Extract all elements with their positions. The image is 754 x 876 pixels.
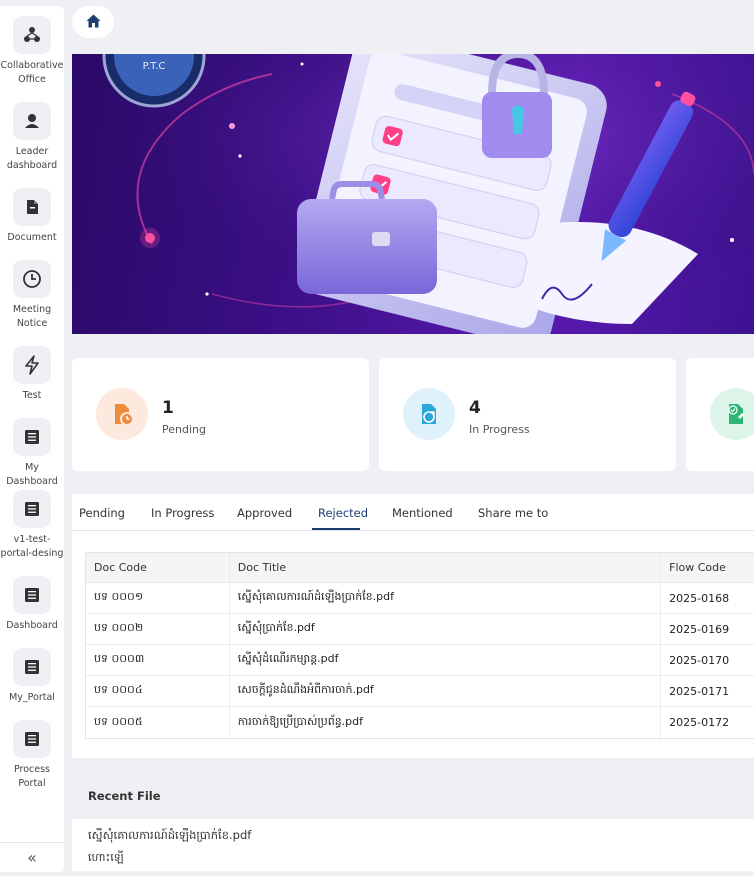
tab-rejected[interactable]: Rejected — [318, 506, 368, 520]
doc-title-cell: ស្នើសុំប្រាក់ខែ.pdf — [230, 614, 662, 644]
column-header-doc-code[interactable]: Doc Code — [86, 553, 230, 582]
sidebar-item-v1-test-portal[interactable]: v1-test-portal-desing — [0, 490, 64, 561]
banner-illustration: P.T.C — [72, 54, 754, 334]
sidebar-item-label: Test — [22, 390, 42, 401]
status-tabs: Pending In Progress Approved Rejected Me… — [72, 494, 754, 531]
sidebar-item-label: Dashboard — [6, 620, 58, 631]
sidebar-item-collaborative-office[interactable]: Collaborative Office — [0, 16, 64, 87]
tab-share-me-to[interactable]: Share me to — [478, 506, 548, 520]
tab-pending[interactable]: Pending — [79, 506, 125, 520]
table-row[interactable]: បទ ០០០៥ ការចាក់ឱ្យប្រើប្រាស់ប្រព័ន្ធ.pdf… — [86, 707, 754, 738]
tab-in-progress[interactable]: In Progress — [151, 506, 214, 520]
in-progress-count: 4 — [469, 398, 481, 418]
doc-code-cell: បទ ០០០៤ — [86, 676, 230, 706]
recent-files-section: Recent File ស្នើសុំគោលការណ៍ដំឡើងប្រាក់ខែ… — [72, 758, 754, 876]
sidebar-item-my-dashboard[interactable]: My Dashboard — [0, 418, 64, 489]
list-icon — [13, 720, 51, 758]
list-icon — [13, 490, 51, 528]
user-icon — [13, 102, 51, 140]
document-icon — [13, 188, 51, 226]
sidebar-item-my-portal[interactable]: My_Portal — [0, 648, 64, 705]
tab-mentioned[interactable]: Mentioned — [392, 506, 453, 520]
recent-file-item[interactable]: ស្នើសុំគោលការណ៍ដំឡើងប្រាក់ខែ.pdf ហោះឡើ — [72, 819, 754, 871]
list-icon — [13, 418, 51, 456]
flow-code-cell: 2025-0168 — [669, 591, 730, 605]
sidebar-item-meeting-notice[interactable]: Meeting Notice — [0, 260, 64, 331]
sidebar-item-label: My_Portal — [9, 692, 55, 703]
clock-icon — [13, 260, 51, 298]
sidebar-item-process-portal[interactable]: Process Portal — [0, 720, 64, 791]
in-progress-icon — [403, 388, 455, 440]
sidebar-item-test[interactable]: Test — [0, 346, 64, 403]
collaboration-icon — [13, 16, 51, 54]
table-row[interactable]: បទ ០០០៣ ស្នើសុំដំណើរកម្សាន្ត.pdf 2025-01… — [86, 645, 754, 676]
sidebar-item-label: Process Portal — [13, 764, 51, 789]
doc-title-cell: ការចាក់ឱ្យប្រើប្រាស់ប្រព័ន្ធ.pdf — [230, 707, 662, 738]
table-header: Doc Code Doc Title Flow Code — [86, 553, 754, 583]
collapse-sidebar-button[interactable]: « — [0, 842, 64, 872]
active-tab-indicator — [312, 528, 360, 530]
sidebar-item-leader-dashboard[interactable]: Leader dashboard — [0, 102, 64, 173]
recent-file-name[interactable]: ស្នើសុំគោលការណ៍ដំឡើងប្រាក់ខែ.pdf — [88, 828, 251, 845]
stat-card-pending[interactable]: 1 Pending — [72, 358, 369, 471]
sidebar-item-label: v1-test-portal-desing — [0, 534, 64, 559]
doc-code-cell: បទ ០០០៥ — [86, 707, 230, 738]
sidebar-item-label: My Dashboard — [6, 462, 58, 487]
hero-banner: P.T.C — [72, 54, 754, 334]
documents-table: Doc Code Doc Title Flow Code បទ ០០០១ ស្ន… — [85, 552, 754, 739]
list-icon — [13, 576, 51, 614]
flow-code-cell: 2025-0172 — [669, 716, 730, 729]
doc-code-cell: បទ ០០០២ — [86, 614, 230, 644]
approved-icon — [710, 388, 754, 440]
column-header-doc-title[interactable]: Doc Title — [230, 553, 662, 582]
sidebar-item-document[interactable]: Document — [0, 188, 64, 245]
lightning-icon — [13, 346, 51, 384]
doc-code-cell: បទ ០០០៣ — [86, 645, 230, 675]
doc-code-cell: បទ ០០០១ — [86, 583, 230, 613]
recent-file-subtitle: ហោះឡើ — [88, 851, 124, 864]
pending-icon — [96, 388, 148, 440]
home-button[interactable] — [72, 6, 114, 38]
table-row[interactable]: បទ ០០០១ ស្នើសុំគោលការណ៍ដំឡើងប្រាក់ខែ.pdf… — [86, 583, 754, 614]
table-row[interactable]: បទ ០០០៤ សេចក្តីជូនដំណឹងអំពីការចាក់.pdf 2… — [86, 676, 754, 707]
pending-label: Pending — [162, 423, 206, 436]
column-header-flow-code[interactable]: Flow Code — [661, 553, 754, 582]
sidebar-item-label: Leader dashboard — [6, 146, 58, 171]
stat-card-in-progress[interactable]: 4 In Progress — [379, 358, 676, 471]
recent-files-title: Recent File — [88, 789, 161, 803]
pending-count: 1 — [162, 398, 174, 418]
doc-title-cell: សេចក្តីជូនដំណឹងអំពីការចាក់.pdf — [230, 676, 662, 706]
home-icon — [86, 13, 101, 32]
flow-code-cell: 2025-0170 — [669, 653, 730, 667]
stat-card-approved[interactable] — [686, 358, 754, 471]
documents-panel: Pending In Progress Approved Rejected Me… — [72, 494, 754, 758]
sidebar-item-label: Meeting Notice — [12, 304, 52, 329]
sidebar-item-label: Collaborative Office — [0, 60, 64, 85]
tab-approved[interactable]: Approved — [237, 506, 292, 520]
logo-text: P.T.C — [143, 61, 166, 72]
flow-code-cell: 2025-0171 — [669, 684, 730, 698]
flow-code-cell: 2025-0169 — [669, 622, 730, 636]
sidebar-item-dashboard[interactable]: Dashboard — [0, 576, 64, 633]
sidebar: Collaborative Office Leader dashboard Do… — [0, 6, 64, 872]
sidebar-item-label: Document — [7, 232, 57, 243]
in-progress-label: In Progress — [469, 423, 530, 436]
doc-title-cell: ស្នើសុំដំណើរកម្សាន្ត.pdf — [230, 645, 662, 675]
table-row[interactable]: បទ ០០០២ ស្នើសុំប្រាក់ខែ.pdf 2025-0169 — [86, 614, 754, 645]
list-icon — [13, 648, 51, 686]
doc-title-cell: ស្នើសុំគោលការណ៍ដំឡើងប្រាក់ខែ.pdf — [230, 583, 662, 613]
